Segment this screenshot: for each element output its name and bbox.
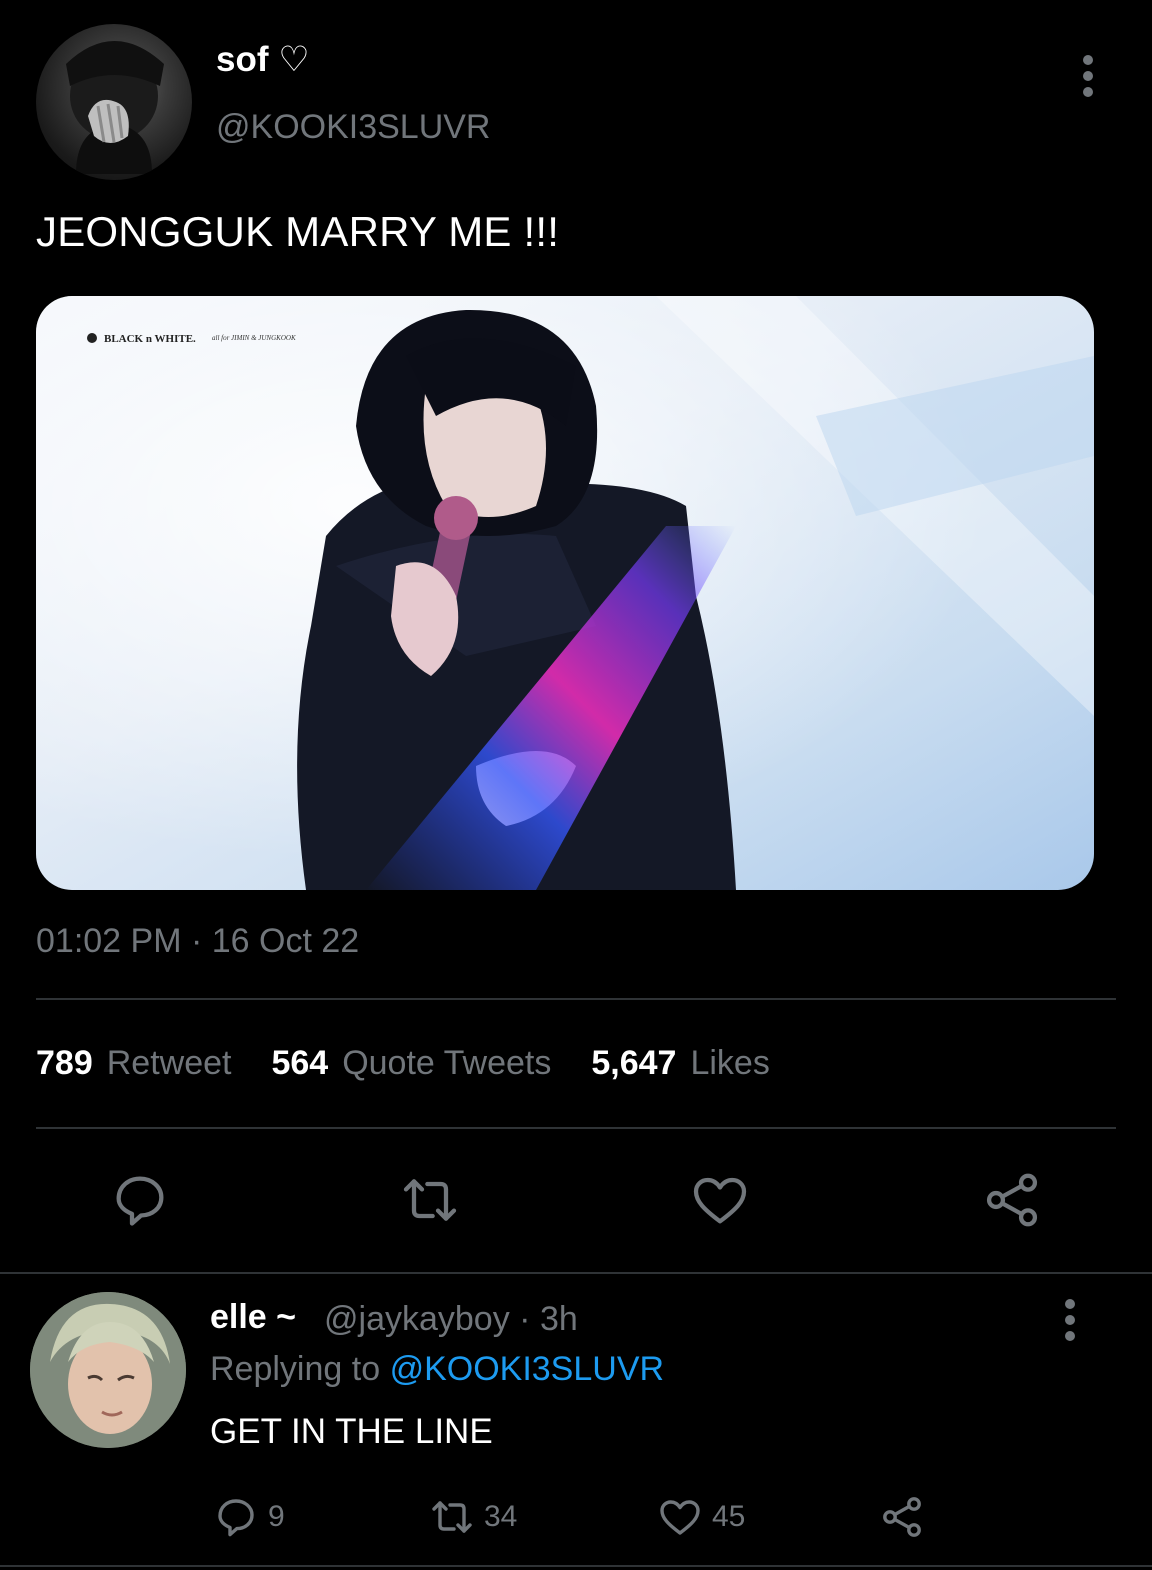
author-avatar[interactable] xyxy=(36,24,192,180)
tweet-media-image[interactable]: BLACK n WHITE. all for JIMIN & JUNGKOOK xyxy=(36,296,1094,890)
like-icon[interactable] xyxy=(688,1168,752,1232)
share-icon[interactable] xyxy=(980,1168,1044,1232)
author-handle[interactable]: @KOOKI3SLUVR xyxy=(216,108,491,147)
tweet-time: 01:02 PM xyxy=(36,922,182,960)
share-icon xyxy=(878,1493,926,1541)
like-icon xyxy=(656,1493,704,1541)
reply-likes-count: 45 xyxy=(712,1500,746,1533)
media-watermark-left: BLACK n WHITE. xyxy=(104,333,196,345)
reply-replies-count: 9 xyxy=(268,1500,285,1533)
reply-icon[interactable] xyxy=(108,1168,172,1232)
quote-tweets-stat[interactable]: 564 Quote Tweets xyxy=(271,1044,551,1083)
tweet-detail-page: sof ♡ @KOOKI3SLUVR JEONGGUK MARRY ME !!! xyxy=(0,0,1152,1570)
replying-to-label: Replying to xyxy=(210,1350,381,1388)
tweet-timestamp: 01:02 PM · 16 Oct 22 xyxy=(36,922,359,961)
retweet-icon[interactable] xyxy=(398,1168,462,1232)
divider xyxy=(36,1127,1116,1129)
replying-to-mention[interactable]: @KOOKI3SLUVR xyxy=(390,1350,665,1388)
retweets-stat[interactable]: 789 Retweet xyxy=(36,1044,231,1083)
divider xyxy=(36,998,1116,1000)
reply-handle-text[interactable]: @jaykayboy xyxy=(324,1300,510,1338)
reply-author-avatar[interactable] xyxy=(30,1292,186,1448)
replying-to-line: Replying to @KOOKI3SLUVR xyxy=(210,1350,664,1389)
reply-text: GET IN THE LINE xyxy=(210,1412,493,1451)
tweet-date: 16 Oct 22 xyxy=(211,922,360,960)
meta-separator: · xyxy=(190,922,212,960)
reply-age: 3h xyxy=(539,1300,578,1338)
reply-more-options-icon[interactable] xyxy=(1054,1296,1086,1344)
reply-author-handle: @jaykayboy · 3h xyxy=(324,1300,578,1339)
reply-author-display-name[interactable]: elle ~ xyxy=(210,1298,296,1337)
reply-retweet-button[interactable]: 34 xyxy=(428,1492,517,1542)
divider xyxy=(0,1565,1152,1567)
more-options-icon[interactable] xyxy=(1072,52,1104,100)
media-watermark-right: all for JIMIN & JUNGKOOK xyxy=(212,334,296,342)
author-display-name[interactable]: sof ♡ xyxy=(216,40,310,80)
meta-separator: · xyxy=(519,1300,540,1338)
likes-stat[interactable]: 5,647 Likes xyxy=(591,1044,769,1083)
tweet-stats: 789 Retweet 564 Quote Tweets 5,647 Likes xyxy=(36,1044,770,1083)
reply-retweets-count: 34 xyxy=(484,1500,518,1533)
reply-reply-button[interactable]: 9 xyxy=(212,1492,285,1542)
reply-like-button[interactable]: 45 xyxy=(656,1492,745,1542)
tweet-text: JEONGGUK MARRY ME !!! xyxy=(36,208,560,255)
retweet-icon xyxy=(428,1493,476,1541)
divider xyxy=(0,1272,1152,1274)
reply-share-button[interactable] xyxy=(878,1492,926,1542)
reply-icon xyxy=(212,1493,260,1541)
